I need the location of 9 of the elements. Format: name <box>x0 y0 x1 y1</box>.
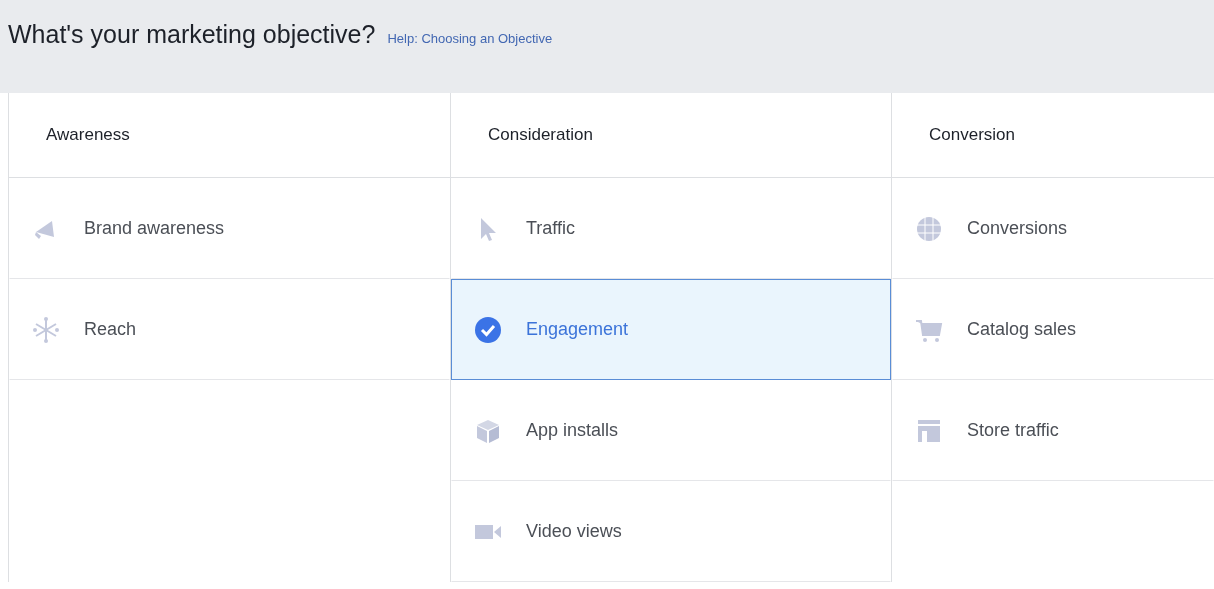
asterisk-icon <box>32 315 60 344</box>
globe-icon <box>915 214 943 243</box>
objective-option[interactable]: Engagement <box>451 279 891 380</box>
column-heading: Consideration <box>488 124 593 147</box>
page-title: What's your marketing objective? <box>8 19 376 50</box>
column-heading: Conversion <box>929 124 1015 147</box>
column-heading: Awareness <box>46 124 130 147</box>
help-link[interactable]: Help: Choosing an Objective <box>387 29 553 49</box>
check-circle-icon <box>474 315 502 344</box>
